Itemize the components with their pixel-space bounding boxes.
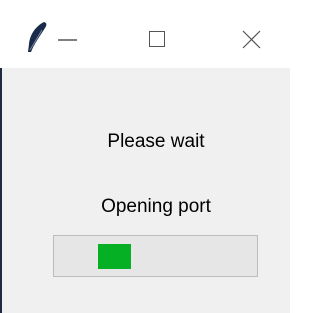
wait-message: Please wait [107, 131, 205, 152]
dialog-window: Please wait Opening port [0, 0, 290, 313]
progress-indicator [98, 244, 131, 269]
minimize-icon [58, 39, 77, 41]
title-bar[interactable] [0, 0, 290, 68]
dialog-body: Please wait Opening port [0, 68, 290, 313]
status-message: Opening port [101, 196, 211, 217]
maximize-button[interactable] [123, 0, 193, 68]
close-button[interactable] [220, 0, 290, 68]
maximize-icon [149, 31, 165, 47]
minimize-button[interactable] [44, 0, 104, 68]
progress-bar [53, 235, 258, 277]
close-icon [242, 30, 261, 49]
